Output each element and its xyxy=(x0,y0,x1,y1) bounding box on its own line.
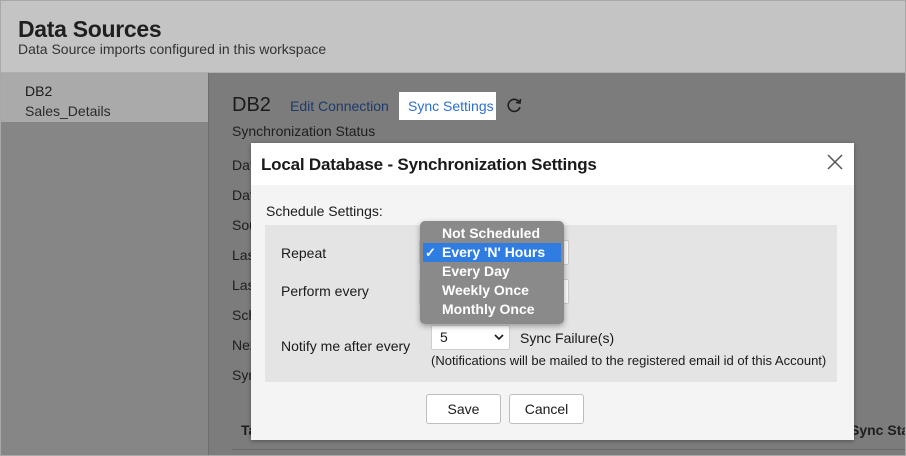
menu-item-monthly-once[interactable]: Monthly Once xyxy=(420,300,564,319)
notify-note: (Notifications will be mailed to the reg… xyxy=(431,353,827,368)
menu-item-label: Every 'N' Hours xyxy=(442,244,546,260)
status-row-label: Sch xyxy=(232,307,252,323)
edit-connection-link[interactable]: Edit Connection xyxy=(290,98,389,114)
menu-item-label: Monthly Once xyxy=(442,301,535,317)
menu-item-label: Not Scheduled xyxy=(442,225,541,241)
sync-status-column-header: Sync Sta xyxy=(850,422,906,438)
sync-settings-label: Sync Settings xyxy=(408,98,494,114)
repeat-dropdown-menu: Not Scheduled ✓ Every 'N' Hours Every Day… xyxy=(420,221,564,324)
status-row-label: Las xyxy=(232,277,252,293)
status-row-label: Dat xyxy=(232,187,252,203)
repeat-label: Repeat xyxy=(281,245,327,261)
status-row-label: Dat xyxy=(232,157,252,173)
page-header: Data Sources Data Source imports configu… xyxy=(1,1,905,73)
sidebar-item-db-name: DB2 xyxy=(25,83,53,99)
menu-item-every-n-hours[interactable]: ✓ Every 'N' Hours xyxy=(423,243,561,262)
notify-count-select[interactable]: 5 xyxy=(431,325,510,350)
sidebar-item-table-name: Sales_Details xyxy=(25,103,111,119)
checkmark-icon: ✓ xyxy=(425,245,436,260)
menu-item-not-scheduled[interactable]: Not Scheduled xyxy=(420,224,564,243)
notify-label: Notify me after every xyxy=(281,338,411,354)
save-button[interactable]: Save xyxy=(426,394,501,424)
menu-item-label: Weekly Once xyxy=(442,282,529,298)
data-source-sidebar: DB2 Sales_Details xyxy=(1,73,209,455)
database-name: DB2 xyxy=(232,94,271,116)
notify-count-value: 5 xyxy=(440,329,448,345)
menu-item-every-day[interactable]: Every Day xyxy=(420,262,564,281)
cancel-button[interactable]: Cancel xyxy=(509,394,584,424)
sync-status-heading: Synchronization Status xyxy=(232,123,376,139)
divider xyxy=(232,449,905,450)
menu-item-weekly-once[interactable]: Weekly Once xyxy=(420,281,564,300)
refresh-icon[interactable] xyxy=(505,96,523,114)
dialog-header: Local Database - Synchronization Setting… xyxy=(251,143,854,185)
schedule-settings-label: Schedule Settings: xyxy=(266,203,383,219)
page-title: Data Sources xyxy=(18,16,162,42)
status-row-label: Nex xyxy=(232,337,252,353)
perform-every-label: Perform every xyxy=(281,283,369,299)
notify-suffix: Sync Failure(s) xyxy=(520,330,615,346)
sync-settings-tab[interactable]: Sync Settings xyxy=(399,92,496,120)
dialog-title: Local Database - Synchronization Setting… xyxy=(261,155,597,174)
status-row-label: Las xyxy=(232,247,252,263)
menu-item-label: Every Day xyxy=(442,263,510,279)
chevron-down-icon xyxy=(494,334,504,341)
close-icon[interactable] xyxy=(825,152,845,172)
page-subtitle: Data Source imports configured in this w… xyxy=(18,41,327,57)
sidebar-item-db2[interactable]: DB2 Sales_Details xyxy=(1,73,208,122)
status-row-label: Sou xyxy=(232,217,252,233)
status-row-label: Syn xyxy=(232,367,252,383)
